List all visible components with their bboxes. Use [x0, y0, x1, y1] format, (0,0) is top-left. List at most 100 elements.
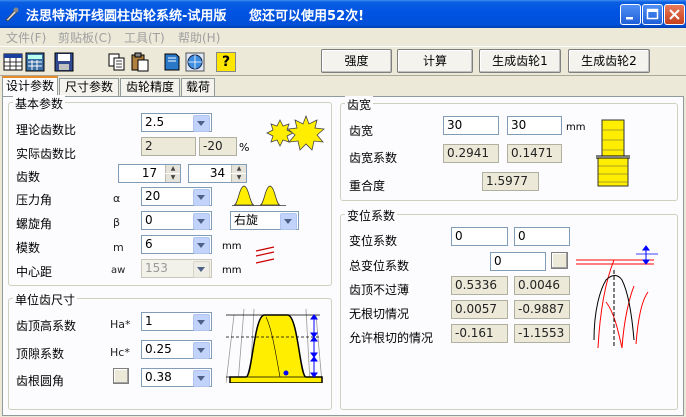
teeth2-spinner[interactable]: 34 ▲ ▼ [188, 164, 247, 183]
save-icon[interactable] [54, 52, 74, 72]
toolbar: ? 强度 计算 生成齿轮1 生成齿轮2 [0, 46, 686, 76]
spin-down-icon[interactable]: ▼ [231, 174, 246, 182]
teeth1-value: 17 [141, 166, 158, 180]
maximize-button[interactable] [642, 4, 663, 25]
spin-up-icon[interactable]: ▲ [165, 165, 180, 173]
center-distance-icon [255, 246, 275, 264]
ratio-value: 2.5 [145, 115, 165, 129]
chevron-down-icon [193, 261, 210, 278]
teeth1-spinner[interactable]: 17 ▲ ▼ [118, 164, 181, 183]
tab-size-params[interactable]: 尺寸参数 [59, 78, 119, 96]
paste-icon[interactable] [130, 52, 150, 72]
menu-bar: 文件(F) 剪贴板(C) 工具(T) 帮助(H) [0, 28, 686, 46]
chevron-down-icon [193, 213, 210, 230]
menu-clipboard[interactable]: 剪贴板(C) [58, 29, 112, 46]
table-icon[interactable] [3, 52, 23, 72]
helix-angle-combo[interactable]: 0 [141, 211, 212, 230]
alpha-symbol: α [113, 192, 121, 205]
minimize-button[interactable] [620, 4, 641, 25]
menu-tools[interactable]: 工具(T) [124, 29, 165, 46]
close-button[interactable] [664, 4, 685, 25]
tip-thickness-label: 齿顶不过薄 [349, 283, 410, 297]
module-label: 模数 [16, 241, 41, 255]
addendum-coef-combo[interactable]: 1 [141, 312, 212, 331]
face-width-coef-label: 齿宽系数 [349, 151, 398, 165]
unit-tooth-title: 单位齿尺寸 [13, 291, 78, 308]
menu-help[interactable]: 帮助(H) [178, 29, 220, 46]
spin-down-icon[interactable]: ▼ [165, 174, 180, 182]
ratio-combo[interactable]: 2.5 [141, 113, 212, 132]
chevron-down-icon [193, 237, 210, 254]
actual-ratio-deviation-field: -20 [199, 137, 237, 156]
root-fillet-button[interactable] [113, 368, 129, 384]
face-width-diagram [596, 119, 630, 187]
window-title: 法思特渐开线圆柱齿轮系统-试用版 您还可以使用52次! [26, 9, 365, 24]
actual-ratio-label: 实际齿数比 [16, 147, 77, 161]
center-distance-label: 中心距 [16, 265, 53, 279]
helix-hand-combo[interactable]: 右旋 [230, 211, 299, 230]
close-icon [669, 9, 680, 20]
copy-icon[interactable] [107, 52, 127, 72]
module-unit: mm [222, 241, 242, 252]
tab-design-params[interactable]: 设计参数 [2, 76, 58, 97]
chevron-down-icon [193, 189, 210, 206]
face-width-label: 齿宽 [349, 124, 374, 138]
pressure-angle-label: 压力角 [16, 193, 53, 207]
chevron-down-icon [193, 370, 210, 387]
beta-symbol: β [113, 216, 121, 229]
no-undercut-label: 无根切情况 [349, 307, 410, 321]
total-shift-input[interactable]: 0 [490, 252, 546, 271]
spin-up-icon[interactable]: ▲ [231, 165, 246, 173]
addendum-symbol: Ha* [110, 318, 131, 331]
tip-thickness1-field: 0.5336 [451, 276, 508, 295]
generate-gear1-button[interactable]: 生成齿轮1 [479, 49, 561, 73]
module-value: 6 [145, 237, 153, 251]
shift-coef2-input[interactable]: 0 [514, 227, 570, 246]
shift-coef1-input[interactable]: 0 [451, 227, 508, 246]
center-distance-combo[interactable]: 153 [141, 259, 212, 278]
helix-hand-value: 右旋 [234, 213, 259, 227]
center-distance-symbol: aw [111, 265, 126, 276]
clearance-coef-combo[interactable]: 0.25 [141, 340, 212, 359]
addendum-coef-value: 1 [145, 314, 153, 328]
root-fillet-combo[interactable]: 0.38 [141, 368, 212, 387]
title-bar[interactable]: 法思特渐开线圆柱齿轮系统-试用版 您还可以使用52次! [0, 0, 686, 28]
tooth-profile-icon [232, 185, 286, 206]
clearance-coef-label: 顶隙系数 [16, 347, 65, 361]
pressure-angle-combo[interactable]: 20 [141, 187, 212, 206]
no-undercut1-field: 0.0057 [451, 300, 508, 319]
book-icon[interactable] [162, 52, 182, 72]
total-shift-button[interactable] [551, 252, 568, 269]
gear-pair-icon [266, 114, 325, 151]
center-distance-unit: mm [222, 265, 242, 276]
face-width2-input[interactable]: 30 [507, 116, 562, 135]
face-width-coef2-field: 0.1471 [507, 144, 562, 163]
actual-ratio-field: 2 [141, 137, 196, 156]
tab-load[interactable]: 载荷 [181, 78, 215, 96]
addendum-coef-label: 齿顶高系数 [16, 319, 77, 333]
allowed-undercut1-field: -0.161 [451, 324, 508, 343]
allowed-undercut-label: 允许根切的情况 [349, 331, 434, 345]
globe-icon[interactable] [185, 52, 205, 72]
calculate-button[interactable]: 计算 [397, 49, 473, 73]
tab-gear-accuracy[interactable]: 齿轮精度 [120, 78, 180, 96]
help-icon[interactable]: ? [216, 52, 236, 72]
face-width1-input[interactable]: 30 [443, 116, 499, 135]
contact-ratio-label: 重合度 [349, 179, 386, 193]
allowed-undercut2-field: -1.1553 [514, 324, 570, 343]
total-shift-label: 总变位系数 [349, 259, 410, 273]
calculator-icon[interactable] [25, 52, 45, 72]
face-width-unit: mm [566, 122, 586, 133]
generate-gear2-button[interactable]: 生成齿轮2 [568, 49, 650, 73]
basic-params-title: 基本参数 [13, 95, 66, 112]
shift-coef-label: 变位系数 [349, 234, 398, 248]
no-undercut2-field: -0.9887 [514, 300, 570, 319]
contact-ratio-field: 1.5977 [482, 172, 539, 191]
tip-thickness2-field: 0.0046 [514, 276, 570, 295]
module-combo[interactable]: 6 [141, 235, 212, 254]
maximize-icon [646, 8, 659, 20]
strength-button[interactable]: 强度 [321, 49, 392, 73]
teeth2-value: 34 [209, 166, 226, 180]
menu-file[interactable]: 文件(F) [6, 29, 46, 46]
module-symbol: m [113, 241, 124, 254]
